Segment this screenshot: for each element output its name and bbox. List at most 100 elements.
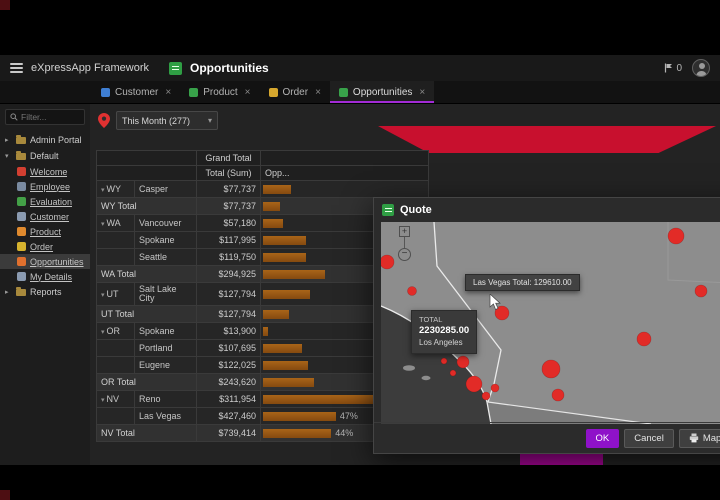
row-state-cell: ▾WY [97, 181, 135, 198]
sidebar-item-customer[interactable]: Customer [0, 209, 90, 224]
nav-group-admin-portal[interactable]: ▸Admin Portal [0, 132, 90, 148]
tab-close-icon[interactable]: × [245, 87, 251, 98]
row-total-label: WA Total [97, 266, 197, 283]
map-marker[interactable] [466, 376, 482, 392]
nav-group-default[interactable]: ▾Default [0, 148, 90, 164]
zoom-out-button[interactable]: − [398, 248, 411, 261]
pivot-header: Grand Total Total (Sum) Opp... [97, 151, 429, 181]
row-state-cell: ▾WA [97, 215, 135, 232]
row-city-cell: Vancouver [135, 215, 197, 232]
map-marker[interactable] [441, 358, 447, 364]
pivot-corner-cell [97, 166, 197, 181]
row-city-cell: Salt Lake City [135, 283, 197, 306]
ok-button[interactable]: OK [586, 429, 620, 448]
map-view[interactable]: + − Las Vegas Total: 129610.00 TOTAL 223… [381, 222, 720, 424]
row-total-value: $13,900 [197, 323, 261, 340]
map-marker[interactable] [552, 389, 564, 401]
sidebar-item-product[interactable]: Product [0, 224, 90, 239]
row-total-value: $107,695 [197, 340, 261, 357]
zoom-slider-track[interactable] [404, 237, 405, 248]
map-marker[interactable] [542, 360, 560, 378]
tab-opportunities[interactable]: Opportunities × [330, 81, 434, 103]
row-total-value: $427,460 [197, 408, 261, 425]
sidebar-item-evaluation[interactable]: Evaluation [0, 194, 90, 209]
collapse-icon[interactable]: ▾ [101, 187, 105, 194]
dialog-titlebar[interactable]: Quote ✕ [374, 198, 720, 222]
sidebar-item-my-details[interactable]: My Details [0, 269, 90, 284]
tab-close-icon[interactable]: × [419, 87, 425, 98]
value-bar [263, 412, 336, 421]
tab-label: Opportunities [353, 87, 412, 98]
map-marker[interactable] [457, 356, 469, 368]
my-details-icon [17, 272, 26, 281]
map-marker[interactable] [482, 392, 490, 400]
folder-icon [16, 289, 26, 296]
sidebar-item-welcome[interactable]: Welcome [0, 164, 90, 179]
user-avatar[interactable] [692, 59, 710, 77]
pivot-corner-cell [97, 151, 197, 166]
nav-item-label: Product [30, 227, 61, 237]
tab-close-icon[interactable]: × [165, 87, 171, 98]
tooltip-total-label: TOTAL [419, 315, 469, 325]
opp-header: Opp... [261, 166, 429, 181]
row-total-value: $311,954 [197, 391, 261, 408]
hamburger-menu-icon[interactable] [10, 63, 23, 73]
tab-product[interactable]: Product× [180, 81, 259, 103]
sidebar-filter[interactable] [5, 109, 85, 125]
tab-order[interactable]: Order× [260, 81, 330, 103]
map-marker[interactable] [450, 370, 456, 376]
tooltip-city-label: Los Angeles [419, 338, 469, 349]
criteria-bar: This Month (277) ▾ [98, 111, 218, 130]
value-bar [263, 270, 325, 279]
app-window: eXpressApp Framework Opportunities 0 Cus… [0, 55, 720, 465]
map-total-tooltip: TOTAL 2230285.00 Los Angeles [411, 310, 477, 354]
dialog-title: Quote [400, 204, 432, 216]
notifications-badge[interactable]: 0 [664, 63, 682, 74]
map-marker[interactable] [668, 228, 684, 244]
zoom-in-button[interactable]: + [399, 226, 410, 237]
value-bar [263, 202, 280, 211]
map-marker[interactable] [637, 332, 651, 346]
chevron-right-icon: ▸ [5, 288, 12, 296]
row-total-value: $122,025 [197, 357, 261, 374]
row-total-value: $77,737 [197, 181, 261, 198]
sidebar-item-order[interactable]: Order [0, 239, 90, 254]
nav-group-label: Reports [30, 287, 62, 297]
map-marker[interactable] [408, 287, 417, 296]
cancel-button[interactable]: Cancel [624, 429, 674, 448]
sidebar-item-opportunities[interactable]: Opportunities [0, 254, 90, 269]
nav-group-label: Admin Portal [30, 135, 82, 145]
nav-group-reports[interactable]: ▸ Reports [0, 284, 90, 300]
quote-icon [382, 204, 394, 216]
map-marker[interactable] [491, 384, 499, 392]
row-total-value: $127,794 [197, 306, 261, 323]
collapse-icon[interactable]: ▾ [101, 397, 105, 404]
tab-label: Customer [115, 87, 158, 98]
row-city-cell: Spokane [135, 232, 197, 249]
opportunities-icon [17, 257, 26, 266]
tab-close-icon[interactable]: × [315, 87, 321, 98]
collapse-icon[interactable]: ▾ [101, 221, 105, 228]
period-filter-dropdown[interactable]: This Month (277) ▾ [116, 111, 218, 130]
tab-customer[interactable]: Customer × [92, 81, 180, 103]
collapse-icon[interactable]: ▾ [101, 329, 105, 336]
map-marker[interactable] [381, 255, 394, 269]
nav-item-label: Order [30, 242, 53, 252]
collapse-icon[interactable]: ▾ [101, 292, 105, 299]
pivot-row: ▾WYCasper$77,737 [97, 181, 429, 198]
map-zoom-control[interactable]: + − [397, 226, 412, 261]
row-city-cell: Eugene [135, 357, 197, 374]
flag-icon [664, 63, 673, 73]
value-bar [263, 429, 331, 438]
value-bar [263, 395, 376, 404]
period-filter-value: This Month (277) [122, 116, 190, 126]
sidebar-item-employee[interactable]: Employee [0, 179, 90, 194]
opportunities-page-icon [169, 62, 182, 75]
map-print-label: Map Print [703, 433, 720, 444]
map-marker[interactable] [695, 285, 707, 297]
filter-input[interactable] [21, 112, 80, 122]
map-print-button[interactable]: Map Print [679, 429, 720, 448]
row-total-label: NV Total [97, 425, 197, 442]
total-sum-header: Total (Sum) [197, 166, 261, 181]
row-total-value: $57,180 [197, 215, 261, 232]
